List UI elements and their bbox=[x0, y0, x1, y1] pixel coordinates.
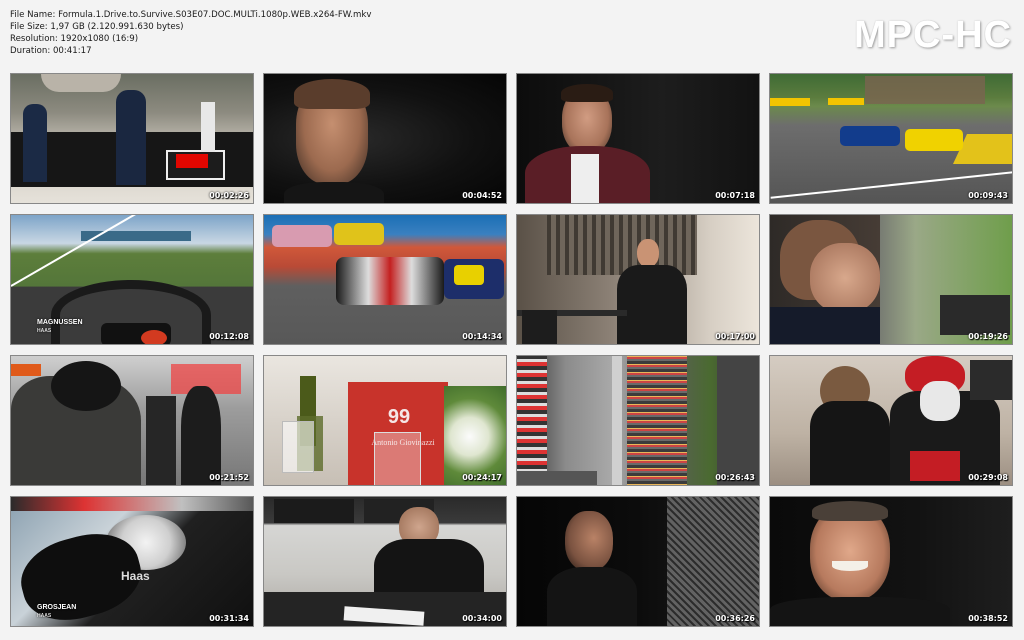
thumbnail-9[interactable]: 00:21:52 bbox=[10, 355, 254, 486]
thumbnail-14[interactable]: 00:34:00 bbox=[263, 496, 507, 627]
thumbnail-2[interactable]: 00:04:52 bbox=[263, 73, 507, 204]
timestamp: 00:12:08 bbox=[209, 332, 249, 341]
timestamp: 00:29:08 bbox=[968, 473, 1008, 482]
file-info: File Name: Formula.1.Drive.to.Survive.S0… bbox=[10, 9, 371, 57]
timestamp: 00:17:00 bbox=[715, 332, 755, 341]
timestamp: 00:19:26 bbox=[968, 332, 1008, 341]
thumbnail-10[interactable]: 99 Antonio Giovinazzi 00:24:17 bbox=[263, 355, 507, 486]
timestamp: 00:38:52 bbox=[968, 614, 1008, 623]
timestamp: 00:14:34 bbox=[462, 332, 502, 341]
driver-caption: GROSJEAN bbox=[37, 604, 77, 611]
timestamp: 00:34:00 bbox=[462, 614, 502, 623]
thumbnail-12[interactable]: 00:29:08 bbox=[769, 355, 1013, 486]
thumbnail-13[interactable]: Haas GROSJEAN HAAS 00:31:34 bbox=[10, 496, 254, 627]
thumbnail-1[interactable]: 00:02:26 bbox=[10, 73, 254, 204]
timestamp: 00:31:34 bbox=[209, 614, 249, 623]
thumbnail-16[interactable]: 00:38:52 bbox=[769, 496, 1013, 627]
timestamp: 00:24:17 bbox=[462, 473, 502, 482]
file-duration: Duration: 00:41:17 bbox=[10, 46, 92, 56]
file-resolution: Resolution: 1920x1080 (16:9) bbox=[10, 34, 139, 44]
thumbnail-4[interactable]: 00:09:43 bbox=[769, 73, 1013, 204]
thumbnail-15[interactable]: 00:36:26 bbox=[516, 496, 760, 627]
timestamp: 00:36:26 bbox=[715, 614, 755, 623]
thumbnail-11[interactable]: 00:26:43 bbox=[516, 355, 760, 486]
thumbnail-8[interactable]: 00:19:26 bbox=[769, 214, 1013, 345]
team-caption: HAAS bbox=[37, 328, 52, 334]
timestamp: 00:09:43 bbox=[968, 191, 1008, 200]
timestamp: 00:21:52 bbox=[209, 473, 249, 482]
timestamp: 00:04:52 bbox=[462, 191, 502, 200]
timestamp: 00:26:43 bbox=[715, 473, 755, 482]
thumbnail-3[interactable]: 00:07:18 bbox=[516, 73, 760, 204]
thumbnail-5[interactable]: MAGNUSSEN HAAS 00:12:08 bbox=[10, 214, 254, 345]
file-name: File Name: Formula.1.Drive.to.Survive.S0… bbox=[10, 10, 372, 20]
timestamp: 00:02:26 bbox=[209, 191, 249, 200]
file-size: File Size: 1,97 GB (2.120.991.630 bytes) bbox=[10, 22, 184, 32]
thumbnail-7[interactable]: 00:17:00 bbox=[516, 214, 760, 345]
mpc-hc-logo: MPC-HC bbox=[854, 14, 1012, 56]
team-caption: HAAS bbox=[37, 613, 52, 619]
timestamp: 00:07:18 bbox=[715, 191, 755, 200]
driver-caption: MAGNUSSEN bbox=[37, 319, 83, 326]
sign-number: 99 bbox=[387, 406, 411, 428]
thumbnail-6[interactable]: 00:14:34 bbox=[263, 214, 507, 345]
